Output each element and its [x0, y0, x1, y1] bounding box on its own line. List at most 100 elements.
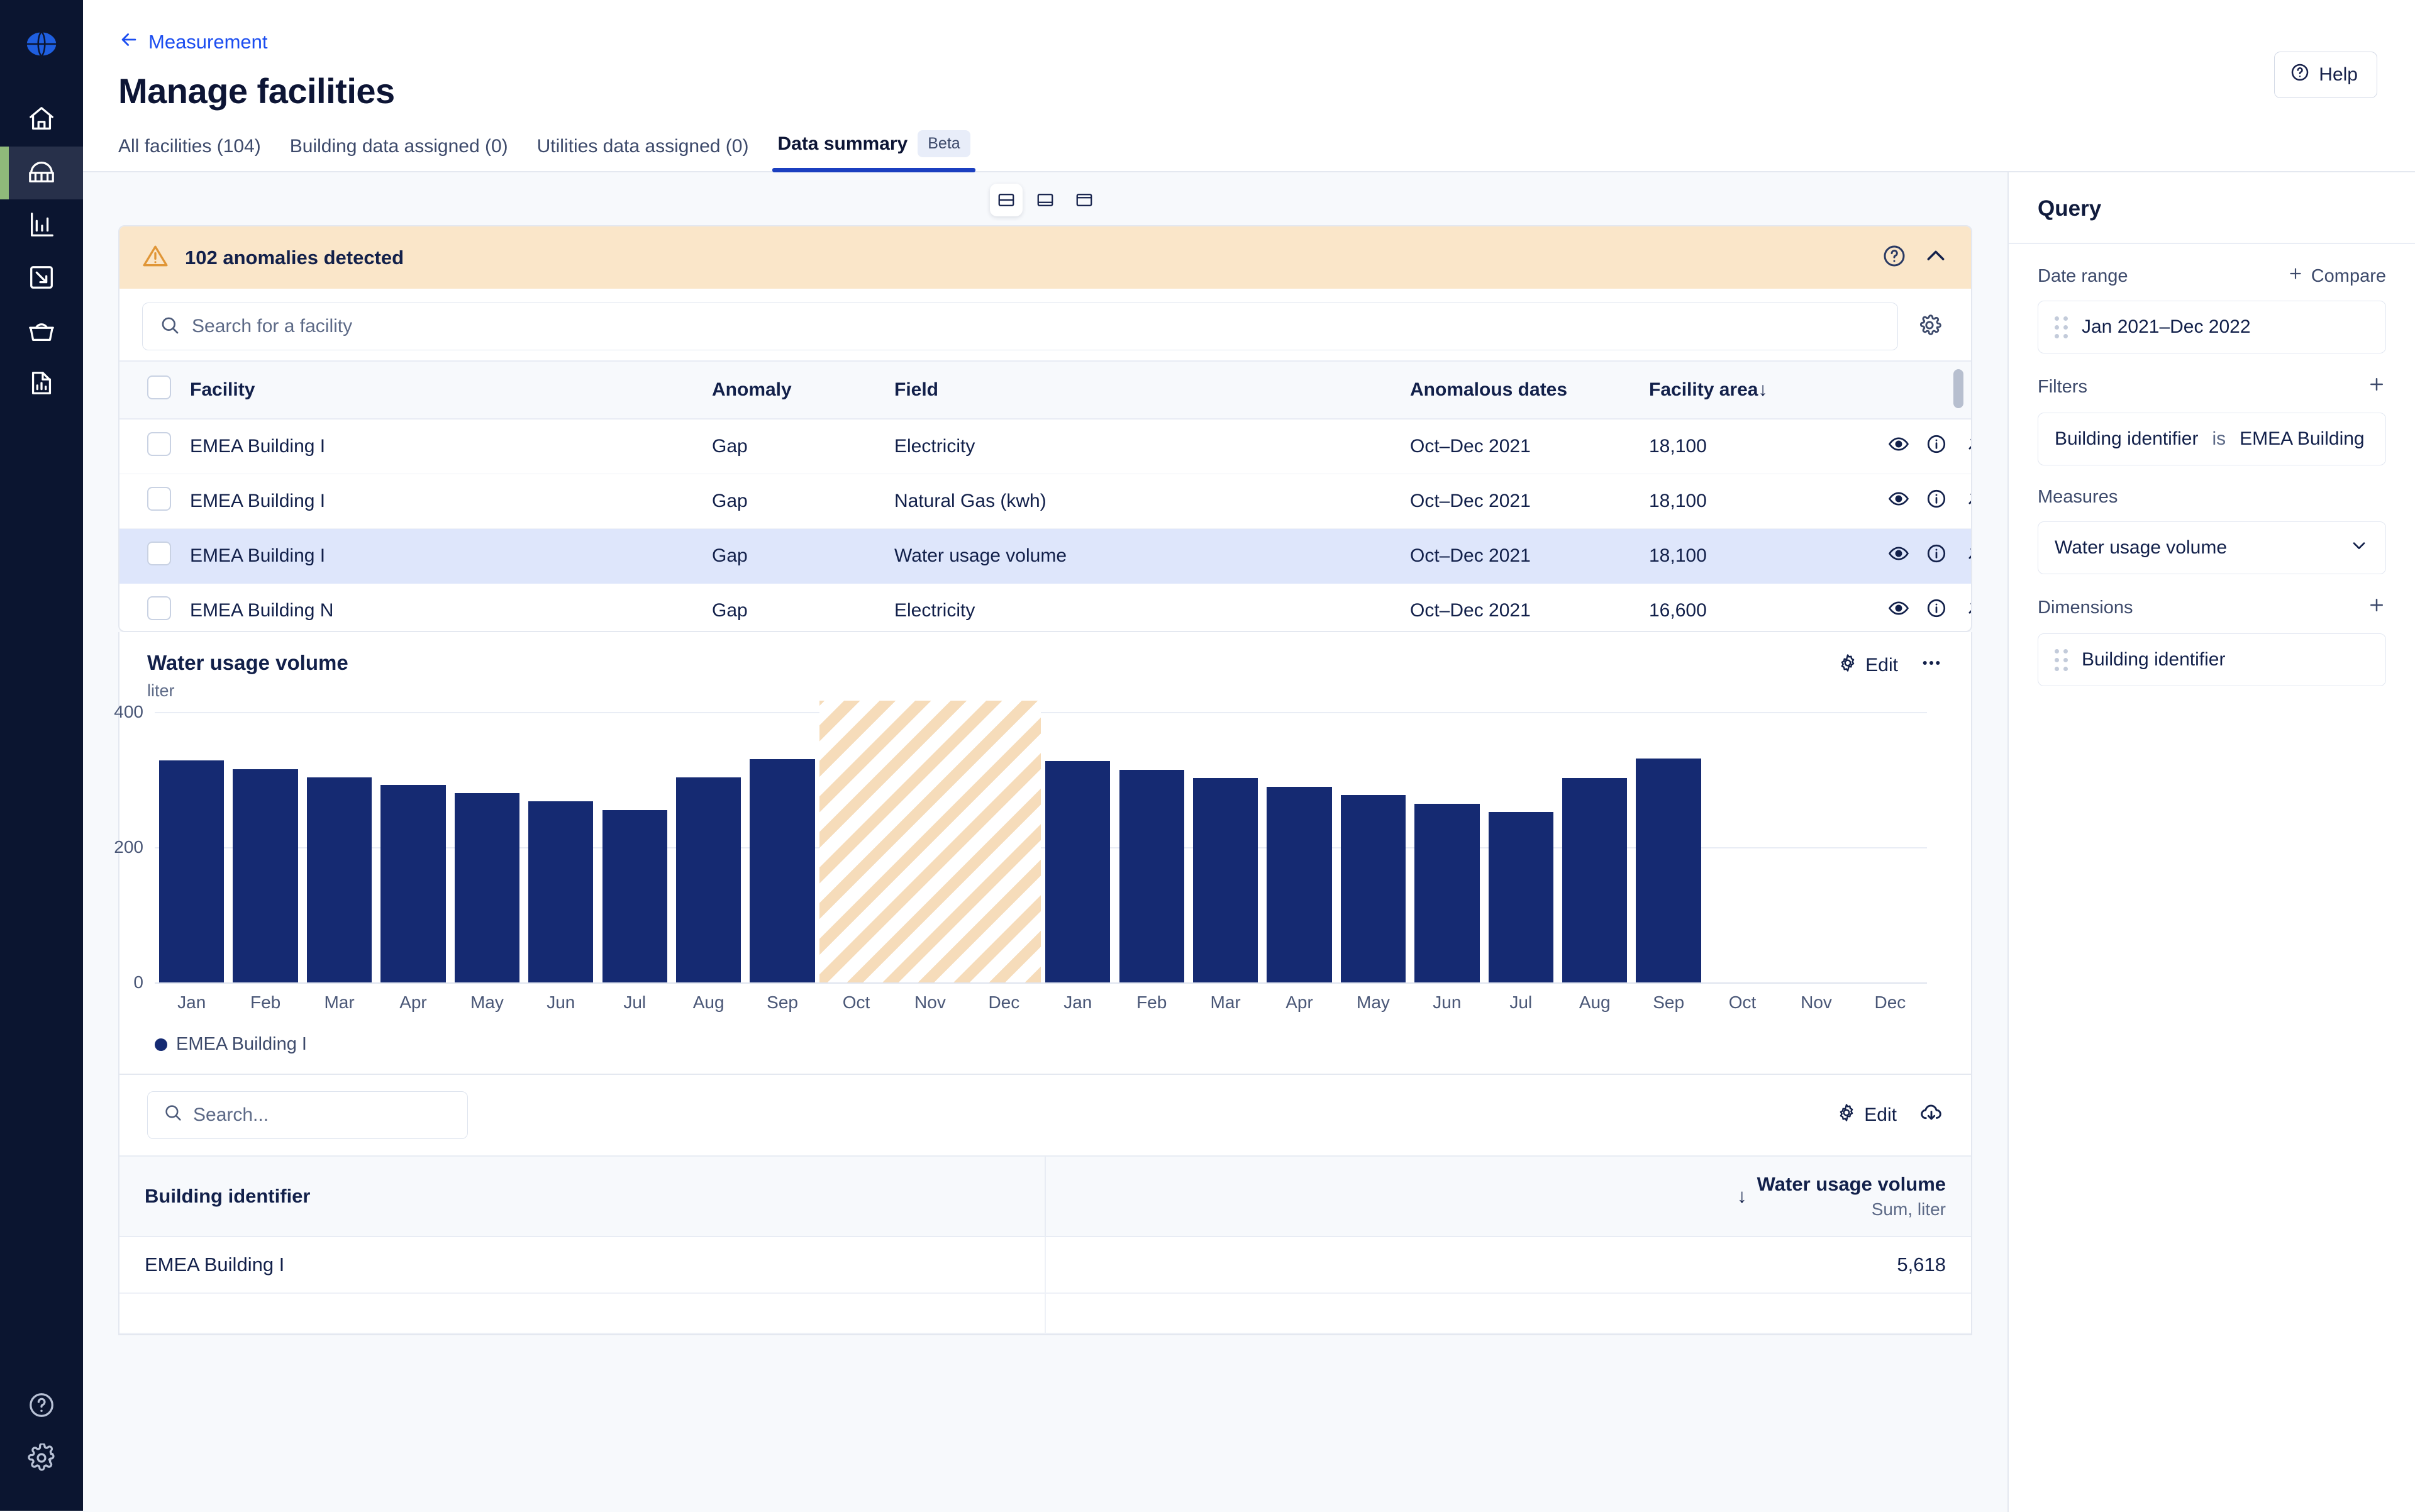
bar[interactable] [528, 801, 593, 982]
sidebar-item-measurement[interactable] [0, 147, 83, 199]
drag-grip-icon[interactable] [2055, 649, 2068, 671]
layout-single-icon[interactable] [1068, 184, 1101, 216]
download-cloud-icon[interactable] [1919, 1101, 1943, 1130]
row-checkbox[interactable] [147, 432, 171, 456]
info-icon[interactable] [1926, 433, 1947, 460]
column-header-facility-area[interactable]: Facility area↓ [1649, 361, 1888, 419]
filter-chip[interactable]: Building identifier is EMEA Building [2038, 413, 2386, 465]
help-button[interactable]: Help [2274, 52, 2377, 98]
open-external-icon[interactable] [1963, 433, 1971, 460]
pivot-measure-label: Water usage volume [1757, 1173, 1946, 1195]
tab-building-data-assigned[interactable]: Building data assigned (0) [290, 136, 508, 171]
bar[interactable] [1267, 787, 1331, 982]
eye-icon[interactable] [1888, 598, 1909, 624]
pivot-search-input[interactable]: Search... [147, 1091, 468, 1139]
add-filter-button[interactable] [2367, 375, 2386, 399]
bar[interactable] [1045, 761, 1110, 982]
chart-header: Water usage volume liter Edit [119, 632, 1971, 701]
anomaly-panel: 102 anomalies detected [118, 225, 1972, 632]
dimensions-section: Dimensions Building identifier [2009, 574, 2415, 686]
sidebar-item-help[interactable] [0, 1380, 83, 1433]
gear-icon[interactable] [1911, 313, 1948, 341]
globe-logo-icon[interactable] [24, 26, 59, 65]
row-checkbox[interactable] [147, 487, 171, 511]
bar[interactable] [233, 769, 297, 982]
tab-data-summary[interactable]: Data summary Beta [777, 130, 970, 171]
bar[interactable] [1489, 812, 1553, 982]
layout-split-top-icon[interactable] [990, 184, 1023, 216]
breadcrumb[interactable]: Measurement [118, 29, 268, 55]
ellipsis-icon[interactable] [1919, 651, 1943, 680]
bar[interactable] [1562, 778, 1627, 982]
bar[interactable] [380, 785, 445, 982]
measures-label: Measures [2038, 487, 2118, 508]
table-row[interactable]: EMEA Building IGapWater usage volumeOct–… [119, 529, 1971, 584]
pivot-edit-button[interactable]: Edit [1836, 1103, 1897, 1128]
bar[interactable] [307, 777, 372, 982]
tab-utilities-data-assigned[interactable]: Utilities data assigned (0) [537, 136, 749, 171]
pivot-column-header-measure[interactable]: ↓ Water usage volume Sum, liter [1045, 1156, 1971, 1237]
bar[interactable] [750, 759, 814, 982]
bar[interactable] [1119, 770, 1184, 982]
help-circle-icon[interactable] [1854, 243, 1907, 272]
date-range-chip[interactable]: Jan 2021–Dec 2022 [2038, 301, 2386, 353]
cell-anomaly: Gap [712, 474, 894, 529]
tab-all-facilities[interactable]: All facilities (104) [118, 136, 261, 171]
info-icon[interactable] [1926, 598, 1947, 624]
bar[interactable] [676, 777, 741, 982]
sidebar-item-reports[interactable] [0, 358, 83, 411]
help-circle-icon [2290, 62, 2310, 87]
column-header-facility[interactable]: Facility [190, 361, 712, 419]
info-icon[interactable] [1926, 543, 1947, 569]
open-external-icon[interactable] [1963, 488, 1971, 514]
column-header-anomalous-dates[interactable]: Anomalous dates [1410, 361, 1649, 419]
row-checkbox[interactable] [147, 542, 171, 565]
bar[interactable] [159, 760, 224, 982]
pivot-column-header-dimension[interactable]: Building identifier [119, 1156, 1045, 1237]
chevron-up-icon[interactable] [1923, 243, 1948, 272]
dimension-chip[interactable]: Building identifier [2038, 633, 2386, 686]
eye-icon[interactable] [1888, 488, 1909, 514]
bar[interactable] [455, 793, 519, 982]
row-checkbox[interactable] [147, 596, 171, 620]
view-toggle-group [83, 172, 2007, 225]
tab-bar: All facilities (104) Building data assig… [83, 111, 2415, 172]
x-axis-tick-label: Sep [1631, 992, 1705, 1013]
column-header-field[interactable]: Field [894, 361, 1410, 419]
query-panel-title: Query [2009, 172, 2415, 244]
open-external-icon[interactable] [1963, 598, 1971, 624]
eye-icon[interactable] [1888, 433, 1909, 460]
search-input[interactable]: Search for a facility [142, 303, 1898, 350]
add-dimension-button[interactable] [2367, 596, 2386, 620]
open-external-icon[interactable] [1963, 543, 1971, 569]
bar[interactable] [602, 810, 667, 982]
select-all-checkbox[interactable] [147, 375, 171, 399]
sidebar-item-reduction[interactable] [0, 252, 83, 305]
layout-split-bottom-icon[interactable] [1029, 184, 1062, 216]
bar[interactable] [1341, 795, 1406, 982]
x-axis-tick-label: May [450, 992, 524, 1013]
table-row[interactable]: EMEA Building IGapElectricityOct–Dec 202… [119, 419, 1971, 474]
arrow-down-right-box-icon [27, 263, 56, 295]
table-row[interactable]: EMEA Building NGapElectricityOct–Dec 202… [119, 584, 1971, 631]
pivot-footer-cell-left [119, 1293, 1045, 1333]
pivot-row[interactable]: EMEA Building I5,618 [119, 1237, 1971, 1293]
sidebar-item-settings[interactable] [0, 1433, 83, 1486]
sidebar-item-analytics[interactable] [0, 199, 83, 252]
bar[interactable] [1193, 778, 1258, 982]
bar[interactable] [1414, 804, 1479, 982]
compare-button[interactable]: Compare [2287, 265, 2386, 287]
breadcrumb-label: Measurement [148, 31, 268, 53]
sidebar-item-home[interactable] [0, 94, 83, 147]
cell-facility: EMEA Building N [190, 584, 712, 631]
measure-select[interactable]: Water usage volume [2038, 521, 2386, 574]
chart-edit-button[interactable]: Edit [1838, 653, 1898, 678]
bar[interactable] [1636, 759, 1701, 982]
eye-icon[interactable] [1888, 543, 1909, 569]
table-scrollbar[interactable] [1953, 369, 1963, 408]
column-header-anomaly[interactable]: Anomaly [712, 361, 894, 419]
drag-grip-icon[interactable] [2055, 316, 2068, 338]
table-row[interactable]: EMEA Building IGapNatural Gas (kwh)Oct–D… [119, 474, 1971, 529]
info-icon[interactable] [1926, 488, 1947, 514]
sidebar-item-marketplace[interactable] [0, 305, 83, 358]
